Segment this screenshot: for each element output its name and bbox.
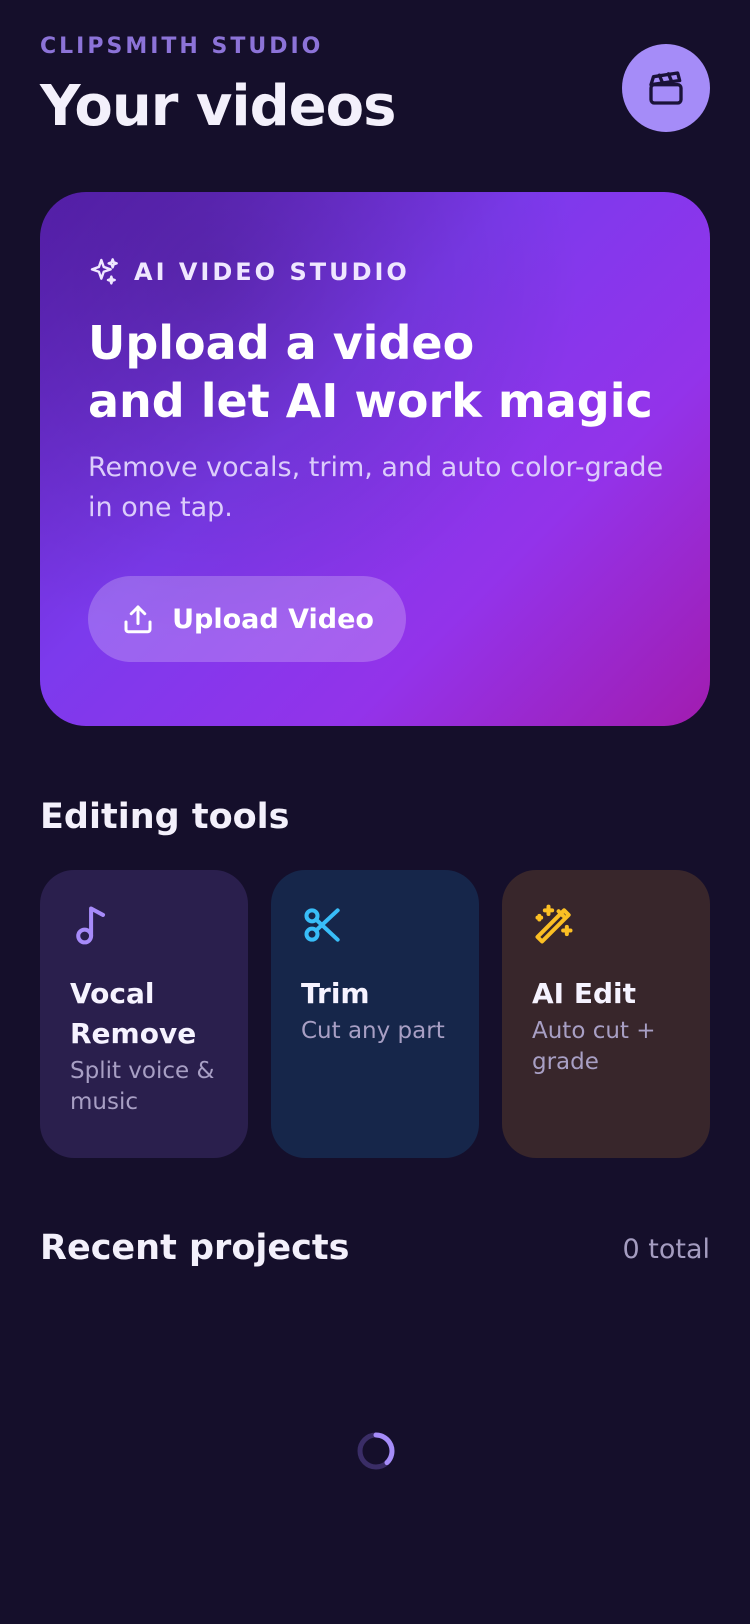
magic-wand-icon bbox=[535, 904, 573, 944]
hero-heading-line2: and let AI work magic bbox=[88, 374, 653, 428]
music-note-icon bbox=[76, 906, 106, 945]
tool-card-ai-edit[interactable]: AI Edit Auto cut + grade bbox=[502, 870, 710, 1158]
loading-spinner-icon bbox=[357, 1432, 395, 1470]
hero-card: AI VIDEO STUDIO Upload a video and let A… bbox=[40, 192, 710, 726]
tool-card-vocal-remove[interactable]: Vocal Remove Split voice & music bbox=[40, 870, 248, 1158]
tool-subtitle: Cut any part bbox=[301, 1018, 445, 1044]
tool-title: Vocal Remove bbox=[70, 977, 197, 1050]
hero-eyebrow-label: AI VIDEO STUDIO bbox=[134, 258, 410, 286]
hero-heading-line1: Upload a video bbox=[88, 316, 475, 370]
scissors-icon bbox=[304, 908, 340, 942]
page-title: Your videos bbox=[40, 74, 396, 139]
editing-tools-title: Editing tools bbox=[40, 797, 290, 837]
studio-button[interactable] bbox=[622, 44, 710, 132]
app-label: CLIPSMITH STUDIO bbox=[40, 34, 324, 59]
tool-subtitle: Split voice & music bbox=[70, 1058, 215, 1115]
tool-subtitle: Auto cut + grade bbox=[532, 1018, 656, 1075]
sparkles-icon bbox=[90, 258, 118, 285]
hero-subtitle: Remove vocals, trim, and auto color-grad… bbox=[88, 452, 664, 523]
tool-title: Trim bbox=[301, 977, 370, 1010]
hero-heading: Upload a video and let AI work magic bbox=[88, 314, 688, 430]
upload-video-button[interactable]: Upload Video bbox=[88, 576, 406, 662]
tool-title: AI Edit bbox=[532, 977, 636, 1010]
recent-projects-count: 0 total bbox=[622, 1234, 711, 1265]
upload-icon bbox=[124, 605, 152, 634]
upload-video-label: Upload Video bbox=[172, 603, 374, 635]
hero-eyebrow: AI VIDEO STUDIO bbox=[88, 256, 410, 288]
clapperboard-icon bbox=[649, 71, 683, 105]
tool-card-trim[interactable]: Trim Cut any part bbox=[271, 870, 479, 1158]
recent-projects-title: Recent projects bbox=[40, 1228, 350, 1268]
